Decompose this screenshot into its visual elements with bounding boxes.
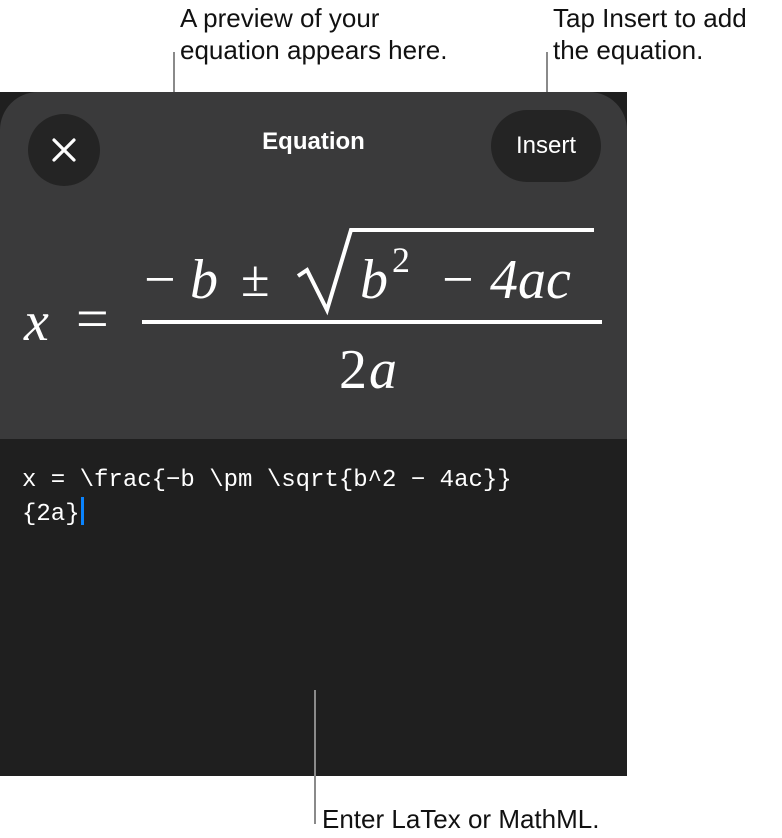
latex-input[interactable]: x = \frac{−b \pm \sqrt{b^2 − 4ac}} {2a} (22, 464, 612, 531)
eq-radicand-exp: 2 (392, 240, 410, 280)
equation-preview-panel: Equation Insert x = − b ± b 2 − 4ac 2 a (0, 92, 627, 439)
eq-denominator-var: a (369, 339, 397, 401)
eq-minus: − (144, 249, 176, 311)
callout-preview-line-1: A preview of your (180, 3, 380, 33)
equation-sheet: Equation Insert x = − b ± b 2 − 4ac 2 a … (0, 92, 627, 776)
eq-denominator-coef: 2 (339, 339, 367, 401)
latex-line-2: {2a} (22, 497, 612, 531)
latex-line-2-text: {2a} (22, 501, 80, 528)
eq-radicand-base: b (360, 249, 388, 311)
eq-radicand-rest: 4ac (490, 249, 571, 311)
leader-line-latex (314, 690, 316, 824)
equation-preview: x = − b ± b 2 − 4ac 2 a (0, 92, 627, 439)
eq-b: b (190, 249, 218, 311)
eq-equals: = (76, 286, 109, 351)
text-cursor (80, 497, 84, 525)
latex-line-1: x = \frac{−b \pm \sqrt{b^2 − 4ac}} (22, 467, 512, 494)
eq-lhs: x (24, 291, 49, 353)
callout-preview-line-2: equation appears here. (180, 35, 448, 65)
eq-plus-minus: ± (241, 251, 270, 308)
callout-insert-line-2: the equation. (553, 35, 704, 65)
callout-latex: Enter LaTex or MathML. (322, 804, 600, 834)
fraction-bar (142, 320, 602, 324)
callout-insert: Tap Insert to add the equation. (553, 2, 747, 66)
callout-preview: A preview of your equation appears here. (180, 2, 447, 66)
eq-radicand-minus: − (442, 249, 474, 311)
callout-insert-line-1: Tap Insert to add (553, 3, 747, 33)
